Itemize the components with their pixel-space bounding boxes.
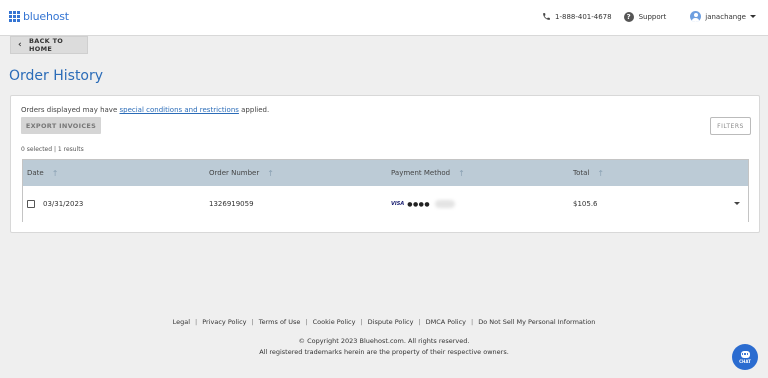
column-label-payment-method: Payment Method xyxy=(391,169,451,177)
chat-label: CHAT xyxy=(739,358,751,364)
footer-separator: | xyxy=(471,318,474,326)
bluehost-logo[interactable]: bluehost xyxy=(9,10,69,23)
account-username: janachange xyxy=(705,12,746,21)
notice-suffix: applied. xyxy=(238,106,270,114)
grid-icon xyxy=(9,11,20,22)
order-date-cell: 03/31/2023 xyxy=(27,186,83,222)
filters-button[interactable]: FILTERS xyxy=(710,117,751,135)
selection-summary: 0 selected | 1 results xyxy=(21,146,84,153)
footer-link-dmca-policy[interactable]: DMCA Policy xyxy=(426,318,466,326)
caret-down-icon[interactable] xyxy=(734,202,740,205)
arrow-up-icon: ↑ xyxy=(267,168,274,178)
footer-link-privacy-policy[interactable]: Privacy Policy xyxy=(202,318,246,326)
redacted-card-digits xyxy=(435,200,456,208)
back-to-home-button[interactable]: ‹ BACK TO HOME xyxy=(10,36,88,54)
chevron-left-icon: ‹ xyxy=(18,39,23,50)
row-checkbox[interactable] xyxy=(27,200,35,208)
footer-separator: | xyxy=(195,318,198,326)
table-row[interactable]: 03/31/2023 1326919059 VISA ●●●● $105.6 xyxy=(23,186,748,222)
footer-link-cookie-policy[interactable]: Cookie Policy xyxy=(313,318,356,326)
visa-icon: VISA xyxy=(391,201,405,207)
footer-separator: | xyxy=(418,318,421,326)
footer-link-dispute-policy[interactable]: Dispute Policy xyxy=(368,318,414,326)
order-total: $105.6 xyxy=(573,200,598,208)
account-menu[interactable]: janachange xyxy=(690,11,756,22)
export-invoices-button[interactable]: EXPORT INVOICES xyxy=(21,117,101,134)
card-mask: ●●●● xyxy=(407,200,431,208)
arrow-up-icon: ↑ xyxy=(597,168,605,178)
footer-separator: | xyxy=(251,318,254,326)
column-label-total: Total xyxy=(573,169,590,177)
phone-number: 1-888-401-4678 xyxy=(555,12,612,21)
page-title: Order History xyxy=(9,68,104,84)
logo-text: bluehost xyxy=(23,10,69,23)
copyright-text: © Copyright 2023 Bluehost.com. All right… xyxy=(298,337,470,345)
trademark-text: All registered trademarks herein are the… xyxy=(259,348,509,356)
help-icon: ? xyxy=(623,11,634,22)
column-header-total[interactable]: Total ↑ xyxy=(573,160,604,186)
support-label: Support xyxy=(638,12,667,21)
phone-link[interactable]: 1-888-401-4678 xyxy=(542,12,612,21)
notice-prefix: Orders displayed may have xyxy=(21,106,120,114)
order-date: 03/31/2023 xyxy=(43,200,84,208)
footer-separator: | xyxy=(360,318,363,326)
column-label-order-number: Order Number xyxy=(209,169,260,177)
order-number: 1326919059 xyxy=(209,200,254,208)
avatar-icon xyxy=(690,11,702,22)
orders-table: Date ↑ Order Number ↑ Payment Method ↑ T… xyxy=(22,159,749,222)
footer-link-legal[interactable]: Legal xyxy=(173,318,190,326)
table-header: Date ↑ Order Number ↑ Payment Method ↑ T… xyxy=(23,160,748,186)
order-history-card: Orders displayed may have special condit… xyxy=(10,95,760,233)
back-to-home-label: BACK TO HOME xyxy=(29,37,64,53)
header-actions: 1-888-401-4678 ? Support janachange xyxy=(542,11,756,22)
chat-icon xyxy=(740,350,750,358)
column-header-date[interactable]: Date ↑ xyxy=(27,160,58,186)
conditions-link[interactable]: special conditions and restrictions xyxy=(119,106,238,114)
column-header-payment-method[interactable]: Payment Method ↑ xyxy=(391,160,465,186)
orders-notice: Orders displayed may have special condit… xyxy=(21,106,269,114)
footer-link-do-not-sell-my-personal-information[interactable]: Do Not Sell My Personal Information xyxy=(478,318,595,326)
support-link[interactable]: ? Support xyxy=(623,11,667,22)
arrow-up-icon: ↑ xyxy=(51,168,59,178)
footer-separator: | xyxy=(305,318,308,326)
column-label-date: Date xyxy=(27,169,44,177)
column-header-order-number[interactable]: Order Number ↑ xyxy=(209,160,274,186)
top-bar: bluehost 1-888-401-4678 ? Support janach… xyxy=(0,0,768,36)
chat-button[interactable]: CHAT xyxy=(732,344,758,370)
footer-link-terms-of-use[interactable]: Terms of Use xyxy=(259,318,301,326)
payment-method-cell: VISA ●●●● xyxy=(391,186,456,222)
footer-links: Legal | Privacy Policy | Terms of Use | Cookie… xyxy=(0,318,768,326)
caret-down-icon xyxy=(750,15,756,18)
phone-icon xyxy=(543,13,550,20)
arrow-up-icon: ↑ xyxy=(458,168,465,178)
